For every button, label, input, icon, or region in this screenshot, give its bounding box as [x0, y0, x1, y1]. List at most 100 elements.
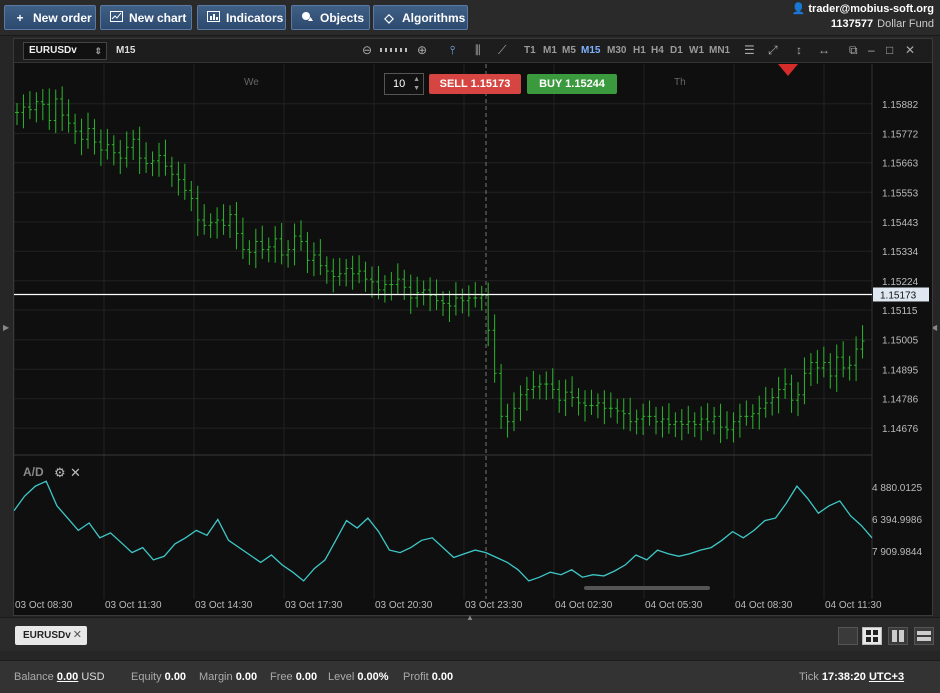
- buy-label: BUY: [539, 78, 563, 90]
- price-chart[interactable]: 1.15882 1.15772 1.15663 1.15553 1.15443 1.153…: [14, 64, 932, 615]
- tf-h4[interactable]: H4: [651, 45, 664, 56]
- chart-toolbar: EURUSDv ⇕ M15 ⊖ ⊕ ⫯ ⫼ ⟋ T1 M1 M5 M15 M30…: [14, 39, 932, 63]
- sell-label: SELL: [439, 78, 468, 90]
- tf-m15[interactable]: M15: [581, 45, 600, 56]
- tf-m5[interactable]: M5: [562, 45, 576, 56]
- price-tick-label: 1.15005: [882, 336, 919, 347]
- bar-chart-type-icon[interactable]: ⫯: [450, 43, 455, 58]
- tf-t1[interactable]: T1: [524, 45, 536, 56]
- balance-value[interactable]: 0.00: [57, 671, 78, 683]
- account-number: 1137577: [830, 18, 874, 30]
- user-icon: 👤: [791, 3, 806, 15]
- tf-m30[interactable]: M30: [607, 45, 626, 56]
- tf-h1[interactable]: H1: [633, 45, 646, 56]
- maximize-icon[interactable]: □: [886, 43, 893, 57]
- price-tick-label: 1.15663: [882, 159, 919, 170]
- price-tick-label: 1.15334: [882, 247, 919, 258]
- layout-rows-icon[interactable]: [914, 627, 934, 645]
- level-value: 0.00%: [357, 671, 389, 683]
- tab-close-icon[interactable]: ✕: [73, 626, 82, 645]
- time-tick-label: 04 Oct 11:30: [825, 600, 882, 611]
- price-tick-label: 1.15115: [882, 306, 918, 317]
- profit-value: 0.00: [431, 671, 454, 683]
- lots-value: 10: [393, 78, 406, 90]
- spinner-icon[interactable]: ▲ ▼: [413, 75, 420, 93]
- indicators-button[interactable]: Indicators: [197, 5, 286, 30]
- tf-mn1[interactable]: MN1: [709, 45, 730, 56]
- free-label: Free: [270, 671, 293, 683]
- buy-button[interactable]: BUY 1.15244: [527, 74, 617, 94]
- panel-expand-icon[interactable]: ▲: [466, 613, 474, 622]
- algorithms-icon: ◇: [384, 10, 394, 25]
- day-label-th: Th: [674, 77, 686, 88]
- horizontal-scrollbar[interactable]: [584, 586, 710, 590]
- indicators-icon: [206, 10, 220, 25]
- margin-value: 0.00: [235, 671, 258, 683]
- tf-d1[interactable]: D1: [670, 45, 683, 56]
- buy-price: 1.15244: [565, 78, 605, 90]
- indicator-tick-label: 4 880.0125: [872, 483, 922, 494]
- level-status: Level 0.00%: [328, 671, 389, 683]
- left-collapse-icon[interactable]: ▶: [3, 323, 9, 332]
- timezone-selector[interactable]: UTC+3: [869, 671, 904, 683]
- new-order-button[interactable]: + New order: [4, 5, 96, 30]
- symbol-select[interactable]: EURUSDv ⇕: [23, 42, 107, 60]
- price-tick-label: 1.15772: [882, 129, 919, 140]
- objects-button[interactable]: Objects: [291, 5, 370, 30]
- margin-status: Margin 0.00: [199, 671, 257, 683]
- indicator-settings-icon[interactable]: ⚙: [54, 466, 66, 481]
- new-chart-label: New chart: [129, 10, 187, 25]
- horizontal-lines-icon[interactable]: ☰: [744, 43, 755, 57]
- zoom-in-icon[interactable]: ⊕: [417, 43, 427, 57]
- vertical-measure-icon[interactable]: ↕: [796, 43, 802, 57]
- algorithms-button[interactable]: ◇ Algorithms: [373, 5, 468, 30]
- line-chart-type-icon[interactable]: ⟋: [498, 43, 506, 58]
- tick-time: 17:38:20: [821, 671, 866, 683]
- layout-columns-icon[interactable]: [888, 627, 908, 645]
- minimize-icon[interactable]: –: [868, 43, 875, 57]
- trendline-icon[interactable]: ⤢: [768, 43, 778, 58]
- day-label-we: We: [244, 77, 259, 88]
- indicator-name: A/D: [23, 465, 44, 479]
- profit-status: Profit 0.00: [403, 671, 453, 683]
- price-tick-label: 1.14895: [882, 365, 919, 376]
- tf-w1[interactable]: W1: [689, 45, 704, 56]
- indicator-tick-label: 7 909.9844: [872, 547, 922, 558]
- balance-status: Balance 0.00 USD: [14, 671, 105, 683]
- sell-button[interactable]: SELL 1.15173: [429, 74, 521, 94]
- price-tick-label: 1.15882: [882, 100, 919, 111]
- account-info[interactable]: 👤 trader@mobius-soft.org 1137577 Dollar F…: [792, 2, 934, 32]
- time-tick-label: 03 Oct 08:30: [15, 600, 73, 611]
- price-tick-label: 1.14676: [882, 424, 919, 435]
- indicator-close-icon[interactable]: ✕: [70, 466, 81, 481]
- tick-label: Tick: [799, 671, 819, 683]
- app-root: + New order New chart Indicators Objects…: [0, 0, 940, 693]
- horizontal-measure-icon[interactable]: ↔: [818, 43, 830, 57]
- time-tick-label: 03 Oct 11:30: [105, 600, 162, 611]
- popout-icon[interactable]: ⧉: [849, 43, 858, 58]
- objects-icon: [300, 11, 314, 25]
- tab-eurusdv[interactable]: EURUSDv ✕: [15, 626, 87, 645]
- layout-grid-icon[interactable]: [862, 627, 882, 645]
- profit-label: Profit: [403, 671, 429, 683]
- new-chart-button[interactable]: New chart: [100, 5, 192, 30]
- chart-icon: [109, 10, 123, 25]
- new-order-label: New order: [33, 10, 92, 25]
- zoom-slider[interactable]: [380, 48, 410, 52]
- main-toolbar: + New order New chart Indicators Objects…: [0, 0, 940, 36]
- time-tick-label: 04 Oct 02:30: [555, 600, 613, 611]
- close-icon[interactable]: ✕: [905, 43, 915, 57]
- tf-m1[interactable]: M1: [543, 45, 557, 56]
- layout-single-icon[interactable]: [838, 627, 858, 645]
- lots-input[interactable]: 10 ▲ ▼: [384, 73, 424, 95]
- zoom-out-icon[interactable]: ⊖: [362, 43, 372, 57]
- time-tick-label: 04 Oct 08:30: [735, 600, 793, 611]
- tick-status: Tick 17:38:20 UTC+3: [799, 671, 904, 683]
- free-status: Free 0.00: [270, 671, 317, 683]
- time-tick-label: 03 Oct 14:30: [195, 600, 253, 611]
- time-tick-label: 03 Oct 20:30: [375, 600, 433, 611]
- price-tick-label: 1.14786: [882, 395, 919, 406]
- candle-chart-type-icon[interactable]: ⫼: [475, 43, 481, 58]
- equity-label: Equity: [131, 671, 162, 683]
- status-bar: Balance 0.00 USD Equity 0.00 Margin 0.00…: [0, 660, 940, 693]
